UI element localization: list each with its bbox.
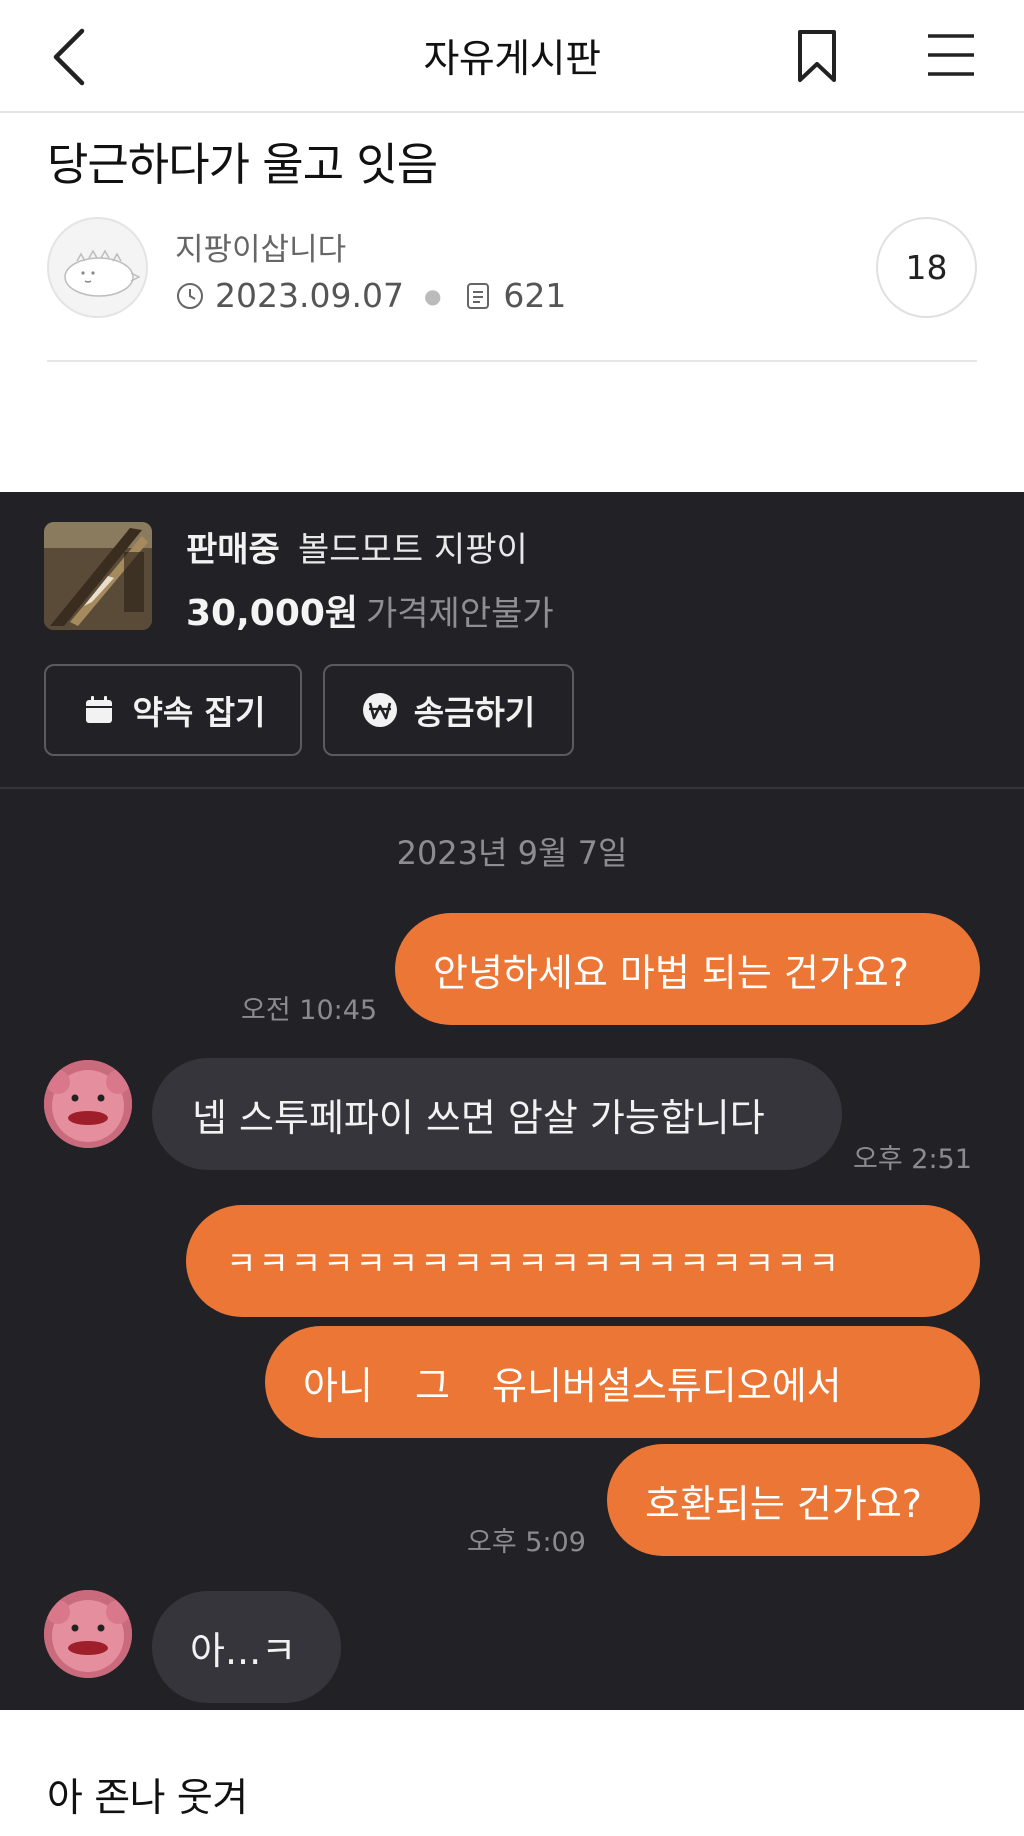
bookmark-icon [798, 30, 836, 82]
top-nav: 자유게시판 [0, 0, 1024, 113]
send-money-button[interactable]: 송금하기 [323, 664, 574, 756]
page: 자유게시판 당근하다가 울고 잇음 지팡이삽니다 2023.09.07 ● 62… [0, 0, 1024, 1836]
divider [47, 360, 977, 362]
post-meta: 2023.09.07 ● 621 [175, 276, 566, 315]
product-thumbnail [44, 522, 152, 630]
bookmark-button[interactable] [790, 26, 844, 86]
won-coin-icon [362, 692, 398, 728]
message-time: 오전 10:45 [241, 995, 378, 1026]
message-text: 안녕하세요 마법 되는 건가요? [433, 950, 909, 995]
product-name: 볼드모트 지팡이 [298, 530, 528, 570]
chat-screenshot: 판매중 볼드모트 지팡이 30,000원 가격제안불가 약속 잡기 송금하기 2… [0, 492, 1024, 1710]
meta-separator: ● [423, 283, 442, 308]
send-money-label: 송금하기 [413, 693, 536, 732]
calendar-icon [81, 692, 117, 728]
post-body-text: 아 존나 웃겨 [47, 1776, 248, 1821]
message-bubble-received: 넵 스투페파이 쓰면 암살 가능합니다 [152, 1058, 842, 1170]
message-text: 호환되는 건가요? [645, 1481, 922, 1526]
product-price: 30,000원 [186, 593, 359, 634]
message-bubble-sent: 안녕하세요 마법 되는 건가요? [395, 913, 980, 1025]
appointment-label: 약속 잡기 [132, 693, 266, 732]
author-avatar[interactable] [47, 217, 148, 318]
product-status: 판매중 [186, 530, 280, 570]
partner-avatar[interactable] [44, 1590, 132, 1678]
message-text: 아...ㅋ [190, 1628, 297, 1673]
message-text: ㅋㅋㅋㅋㅋㅋㅋㅋㅋㅋㅋㅋㅋㅋㅋㅋㅋㅋㅋ [226, 1244, 841, 1283]
post-date: 2023.09.07 [215, 276, 404, 315]
post-title: 당근하다가 울고 잇음 [47, 138, 438, 191]
menu-button[interactable] [922, 28, 980, 82]
clock-icon [175, 281, 205, 311]
document-icon [463, 281, 493, 311]
view-count: 621 [503, 276, 567, 315]
chat-date: 2023년 9월 7일 [396, 834, 628, 872]
message-time: 오후 5:09 [467, 1527, 586, 1558]
comment-count-button[interactable]: 18 [876, 217, 977, 318]
message-text: 아니 그 유니버셜스튜디오에서 [303, 1363, 842, 1408]
chat-divider [0, 787, 1024, 789]
board-title: 자유게시판 [423, 37, 601, 82]
partner-avatar[interactable] [44, 1060, 132, 1148]
message-time: 오후 2:51 [853, 1144, 972, 1175]
message-bubble-received: 아...ㅋ [152, 1591, 341, 1703]
message-bubble-sent: 아니 그 유니버셜스튜디오에서 [265, 1326, 980, 1438]
author-name[interactable]: 지팡이삽니다 [175, 224, 346, 269]
message-bubble-sent: 호환되는 건가요? [607, 1444, 980, 1556]
message-text: 넵 스투페파이 쓰면 암살 가능합니다 [192, 1095, 765, 1140]
price-negotiation-note: 가격제안불가 [366, 594, 554, 634]
dino-avatar-icon [64, 249, 141, 297]
message-bubble-sent: ㅋㅋㅋㅋㅋㅋㅋㅋㅋㅋㅋㅋㅋㅋㅋㅋㅋㅋㅋ [186, 1205, 980, 1317]
hamburger-menu-icon [928, 34, 974, 76]
appointment-button[interactable]: 약속 잡기 [44, 664, 302, 756]
